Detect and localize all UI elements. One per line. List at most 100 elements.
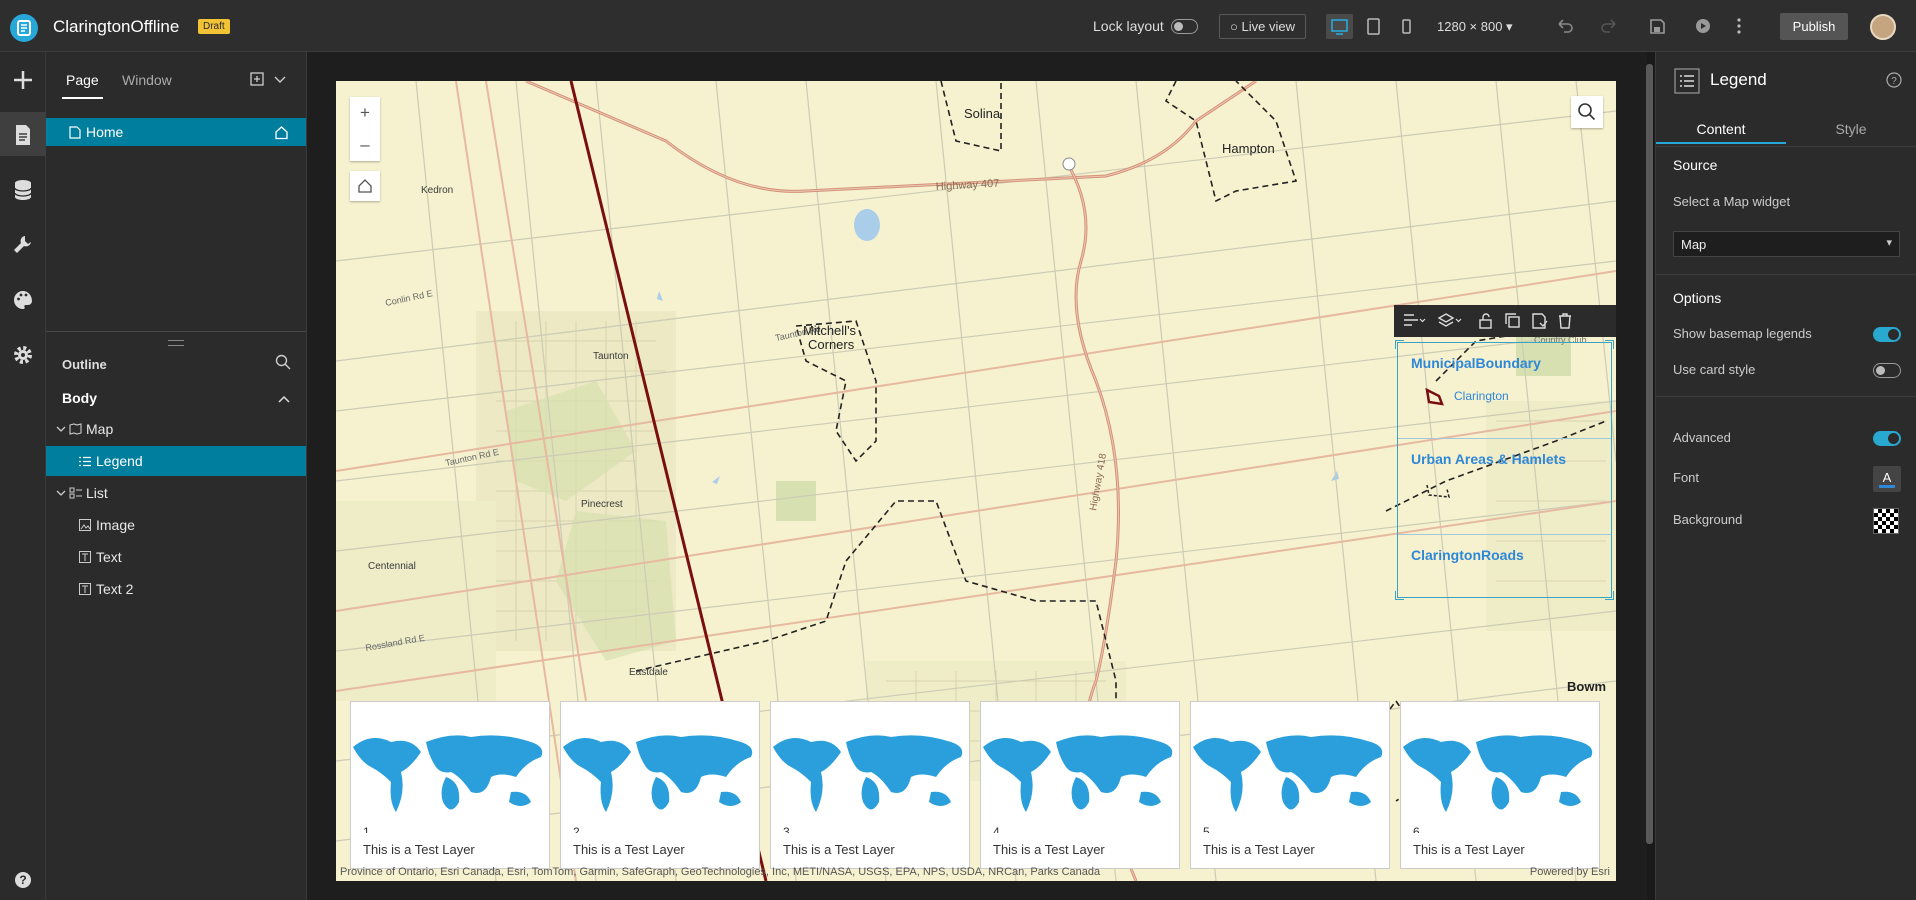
zoom-out-button[interactable]: –	[350, 129, 380, 161]
map-widget-select[interactable]: Map ▾	[1673, 231, 1900, 257]
preview-icon[interactable]	[1692, 15, 1714, 37]
svg-text:Highway 418: Highway 418	[1088, 452, 1109, 511]
outline-item-text-2[interactable]: Text 2	[46, 574, 306, 604]
list-item[interactable]: 1 This is a Test Layer	[350, 701, 550, 869]
align-icon[interactable]	[1402, 312, 1426, 330]
place-label: Mitchell's	[803, 323, 857, 338]
list-item[interactable]: 4 This is a Test Layer	[980, 701, 1180, 869]
image-icon	[79, 519, 91, 531]
live-view-button[interactable]: ○ Live view	[1219, 14, 1306, 39]
chevron-down-icon[interactable]	[56, 488, 66, 498]
unlock-icon[interactable]	[1476, 312, 1496, 330]
widget-tools-icon[interactable]	[0, 222, 46, 266]
text-icon	[79, 551, 91, 563]
redo-icon[interactable]	[1599, 15, 1621, 37]
home-button[interactable]	[350, 171, 380, 201]
search-icon[interactable]	[275, 354, 291, 370]
place-label: Taunton	[593, 351, 629, 362]
world-map-image	[983, 735, 1173, 812]
legend-layer-title: Urban Areas & Hamlets	[1411, 451, 1567, 467]
undo-icon[interactable]	[1553, 15, 1575, 37]
phone-view-button[interactable]	[1393, 14, 1420, 39]
save-as-template-icon[interactable]	[1529, 312, 1549, 330]
show-basemap-label: Show basemap legends	[1673, 326, 1812, 341]
more-options-icon[interactable]	[1728, 15, 1750, 37]
place-label: Bowm	[1567, 679, 1606, 694]
world-map-image	[1193, 735, 1383, 812]
list-item[interactable]: 6 This is a Test Layer	[1400, 701, 1600, 869]
screen-size-dropdown[interactable]: 1280 × 800 ▾	[1437, 19, 1513, 35]
publish-button[interactable]: Publish	[1780, 13, 1848, 40]
outline-body[interactable]: Body	[62, 390, 97, 406]
resize-handle[interactable]	[1395, 340, 1404, 349]
card-text: This is a Test Layer	[1203, 842, 1315, 857]
resize-handle[interactable]	[168, 340, 184, 346]
page-icon[interactable]	[0, 112, 46, 156]
use-card-style-label: Use card style	[1673, 362, 1756, 377]
card-number: 3	[783, 825, 790, 833]
outline-item-text[interactable]: Text	[46, 542, 306, 572]
place-label: Corners	[808, 337, 855, 352]
resize-handle[interactable]	[1395, 591, 1404, 600]
select-map-hint: Select a Map widget	[1673, 194, 1791, 209]
map-widget[interactable]: Country Club Highway 407 Highway 418 Tau…	[336, 81, 1616, 881]
outline-item-label: Text 2	[96, 581, 134, 597]
section-divider	[1656, 274, 1916, 275]
data-icon[interactable]	[0, 167, 46, 211]
help-icon[interactable]: ?	[0, 860, 46, 896]
chevron-down-icon[interactable]	[273, 73, 287, 87]
svg-text:Highway 407: Highway 407	[936, 178, 1000, 193]
list-item[interactable]: 5 This is a Test Layer	[1190, 701, 1390, 869]
tab-page[interactable]: Page	[62, 72, 103, 99]
map-search-button[interactable]	[1571, 96, 1603, 128]
outline-item-label: Text	[96, 549, 122, 565]
chevron-down-icon[interactable]	[56, 424, 66, 434]
add-page-icon[interactable]	[249, 71, 265, 87]
legend-layer-title: ClaringtonRoads	[1411, 547, 1524, 563]
world-map-image	[353, 735, 543, 812]
outline-item-legend[interactable]: Legend	[46, 446, 306, 476]
save-icon[interactable]	[1646, 15, 1668, 37]
resize-handle[interactable]	[1605, 591, 1614, 600]
background-color-picker[interactable]	[1873, 508, 1899, 534]
font-color-picker[interactable]: A	[1873, 466, 1901, 492]
delete-icon[interactable]	[1555, 312, 1575, 330]
legend-widget[interactable]: MunicipalBoundary Clarington Urban Areas…	[1395, 340, 1614, 600]
list-item[interactable]: 2 This is a Test Layer	[560, 701, 760, 869]
help-icon[interactable]: ?	[1885, 71, 1903, 89]
list-item[interactable]: 3 This is a Test Layer	[770, 701, 970, 869]
place-label: Solina	[964, 106, 1001, 121]
outline-item-list[interactable]: List	[46, 478, 306, 508]
duplicate-icon[interactable]	[1503, 312, 1523, 330]
tablet-view-button[interactable]	[1360, 14, 1387, 39]
settings-panel: Legend ? Content Style Source Select a M…	[1655, 52, 1916, 900]
page-item-home[interactable]: Home	[46, 118, 306, 146]
svg-text:A: A	[1883, 470, 1892, 485]
resize-handle[interactable]	[1605, 340, 1614, 349]
tab-content[interactable]: Content	[1656, 114, 1786, 144]
settings-icon[interactable]	[0, 332, 46, 376]
user-avatar[interactable]	[1870, 14, 1896, 40]
card-text: This is a Test Layer	[993, 842, 1105, 857]
zoom-in-button[interactable]: +	[350, 97, 380, 129]
card-number: 1	[363, 825, 370, 833]
place-label: Hampton	[1222, 141, 1275, 156]
world-map-image	[563, 735, 753, 812]
outline-item-image[interactable]: Image	[46, 510, 306, 540]
outline-item-map[interactable]: Map	[46, 414, 306, 444]
card-number: 4	[993, 825, 1000, 833]
canvas-scrollbar[interactable]	[1646, 64, 1653, 844]
source-heading: Source	[1673, 157, 1718, 173]
theme-icon[interactable]	[0, 277, 46, 321]
tab-window[interactable]: Window	[122, 72, 172, 88]
advanced-toggle[interactable]	[1873, 431, 1901, 446]
desktop-view-button[interactable]	[1326, 14, 1353, 39]
insert-widget-button[interactable]	[0, 57, 46, 101]
use-card-style-toggle[interactable]	[1873, 363, 1901, 378]
tab-style[interactable]: Style	[1786, 114, 1916, 144]
show-basemap-toggle[interactable]	[1873, 327, 1901, 342]
layers-icon[interactable]	[1438, 312, 1462, 330]
lock-layout-toggle[interactable]	[1171, 19, 1198, 34]
chevron-up-icon[interactable]	[277, 392, 291, 406]
powered-by-esri: Powered by Esri	[1529, 866, 1610, 878]
